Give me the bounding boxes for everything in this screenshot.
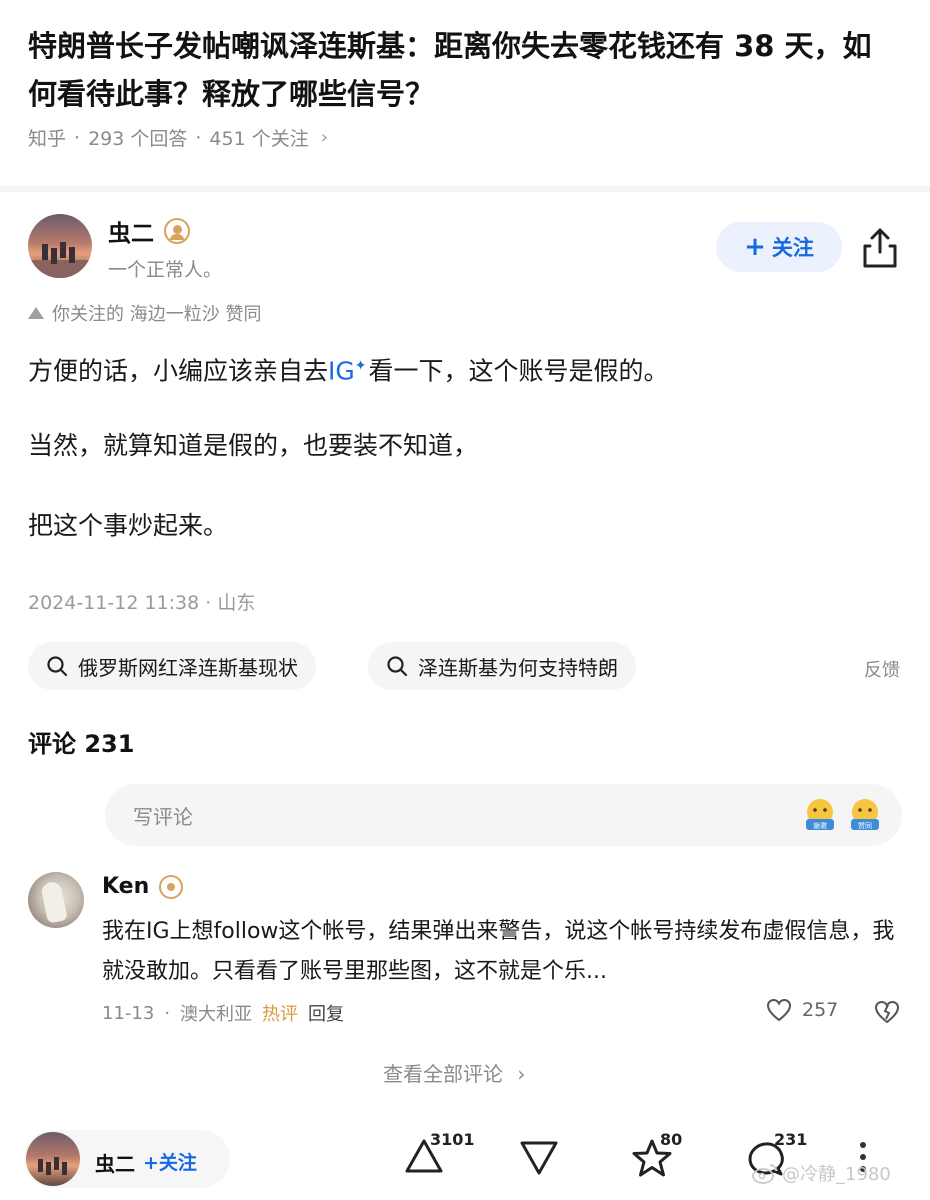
chevron-right-icon: › (517, 1062, 526, 1086)
ig-link[interactable]: IG (328, 356, 355, 385)
answer-timestamp: 2024-11-12 11:38 · 山东 (28, 592, 256, 614)
favorite-count: 80 (660, 1130, 683, 1149)
bottom-action-bar: 虫二 +关注 3101 80 231 (0, 1112, 930, 1200)
related-search-chip[interactable]: 泽连斯基为何支持特朗 (368, 642, 636, 690)
reply-button[interactable]: 回复 (308, 1000, 344, 1026)
comment-count: 231 (774, 1130, 808, 1149)
answer-paragraph: 方便的话，小编应该亲自去IG✦看一下，这个账号是假的。 (28, 356, 669, 386)
source-label: 知乎 (28, 128, 67, 150)
comment-like-button[interactable]: 257 (766, 998, 838, 1022)
section-divider (0, 186, 930, 192)
answer-paragraph: 把这个事炒起来。 (28, 511, 229, 540)
author-avatar[interactable] (28, 214, 92, 278)
comment-input[interactable]: 写评论 (105, 784, 902, 846)
answer-paragraph: 当然，就算知道是假的，也要装不知道， (28, 431, 479, 460)
plus-icon: + (744, 232, 766, 262)
upvote-count: 3101 (430, 1130, 475, 1149)
related-search-chip[interactable]: 俄罗斯网红泽连斯基现状 (28, 642, 316, 690)
commenter-avatar[interactable] (28, 872, 84, 928)
search-icon (47, 656, 68, 677)
comments-header: 评论 231 (28, 730, 135, 758)
author-name: 虫二 (95, 1152, 135, 1176)
user-badge-icon (164, 218, 190, 244)
downvote-icon[interactable] (519, 1140, 559, 1176)
heart-icon (766, 998, 792, 1022)
user-badge-icon (159, 874, 184, 899)
author-bio: 一个正常人。 (108, 259, 223, 281)
commenter-name[interactable]: Ken (102, 874, 184, 899)
author-name[interactable]: 虫二 (108, 214, 190, 248)
chevron-right-icon: › (320, 127, 328, 148)
feedback-link[interactable]: 反馈 (864, 656, 900, 682)
meta-separator: · (195, 126, 202, 149)
upvote-small-icon (28, 307, 44, 319)
comment-text[interactable]: 我在IG上想follow这个帐号，结果弹出来警告，说这个帐号持续发布虚假信息，我… (102, 912, 902, 992)
vote-note: 你关注的 海边一粒沙 赞同 (28, 300, 261, 326)
meta-separator: · (74, 126, 81, 149)
hot-comment-badge: 热评 (262, 1004, 299, 1025)
search-icon (387, 656, 408, 677)
share-icon[interactable] (860, 226, 900, 270)
sparkle-icon: ✦ (354, 358, 367, 374)
emoji-thanks-icon[interactable]: 谢邀 (803, 797, 837, 833)
question-meta[interactable]: 知乎 · 293 个回答 · 451 个关注 › (28, 124, 328, 151)
svg-text:谢邀: 谢邀 (813, 821, 827, 830)
follow-button[interactable]: +关注 (143, 1148, 197, 1175)
follower-count: 451 个关注 (209, 128, 309, 150)
emoji-agree-icon[interactable]: 赞同 (848, 797, 882, 833)
comment-meta: 11-13 · 澳大利亚 热评 回复 (102, 1000, 344, 1026)
svg-text:赞同: 赞同 (858, 821, 872, 830)
author-avatar[interactable] (26, 1132, 80, 1186)
answer-count: 293 个回答 (88, 128, 188, 150)
watermark: @冷静_1980 (752, 1160, 891, 1186)
follow-button[interactable]: + 关注 (716, 222, 842, 272)
dislike-heart-icon[interactable] (874, 999, 900, 1025)
question-title[interactable]: 特朗普长子发帖嘲讽泽连斯基：距离你失去零花钱还有 38 天，如何看待此事？释放了… (28, 22, 888, 118)
view-all-comments-link[interactable]: 查看全部评论 › (383, 1058, 525, 1087)
weibo-logo-icon (752, 1164, 777, 1184)
